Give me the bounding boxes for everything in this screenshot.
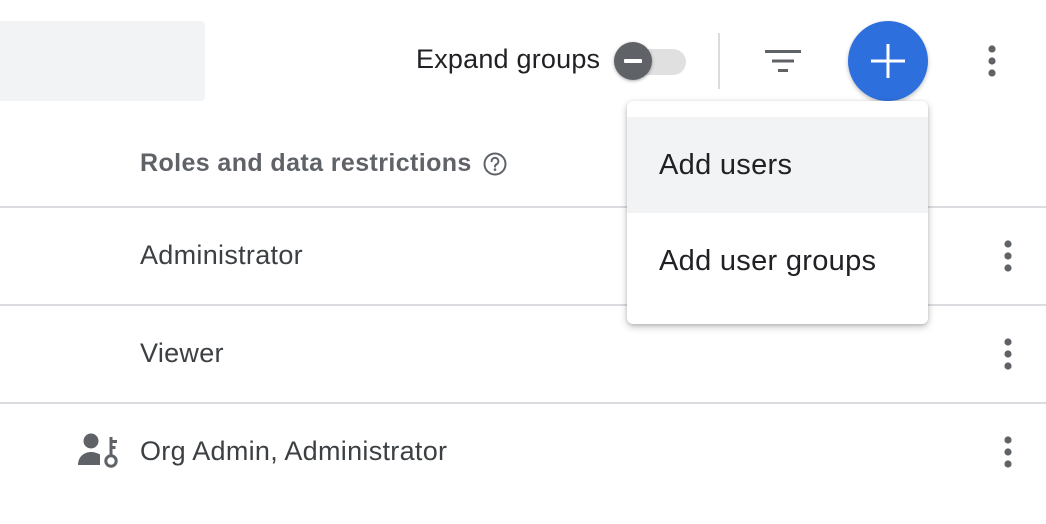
menu-item-label: Add users [659,148,793,181]
filter-button[interactable] [757,38,809,84]
toolbar-more-button[interactable] [970,38,1014,84]
more-vert-icon [988,45,996,77]
person-key-icon [78,433,118,468]
toggle-knob [614,42,652,80]
more-vert-icon [1004,436,1012,468]
add-icon [871,44,905,78]
filter-icon [765,50,801,72]
row-more-button[interactable] [988,428,1028,476]
row-roles-text: Org Admin, Administrator [140,436,448,466]
expand-groups-toggle[interactable] [614,41,686,81]
user-management-page: Expand groups Roles and data restriction… [0,0,1046,524]
column-header-label: Roles and data restrictions [140,149,472,177]
menu-item-label: Add user groups [659,244,877,277]
add-dropdown-menu: Add users Add user groups [627,101,928,324]
row-divider [0,402,1046,404]
menu-item-add-user-groups[interactable]: Add user groups [627,213,928,309]
add-button[interactable] [848,21,928,101]
row-more-button[interactable] [988,330,1028,378]
more-vert-icon [1004,240,1012,272]
more-vert-icon [1004,338,1012,370]
search-input[interactable] [0,21,205,101]
row-roles-text: Administrator [140,240,303,270]
toolbar-divider [718,33,720,89]
expand-groups-label: Expand groups [416,44,601,74]
row-more-button[interactable] [988,232,1028,280]
column-header-roles: Roles and data restrictions [140,149,508,178]
menu-item-add-users[interactable]: Add users [627,117,928,213]
row-roles-text: Viewer [140,338,224,368]
help-icon[interactable] [482,151,508,177]
